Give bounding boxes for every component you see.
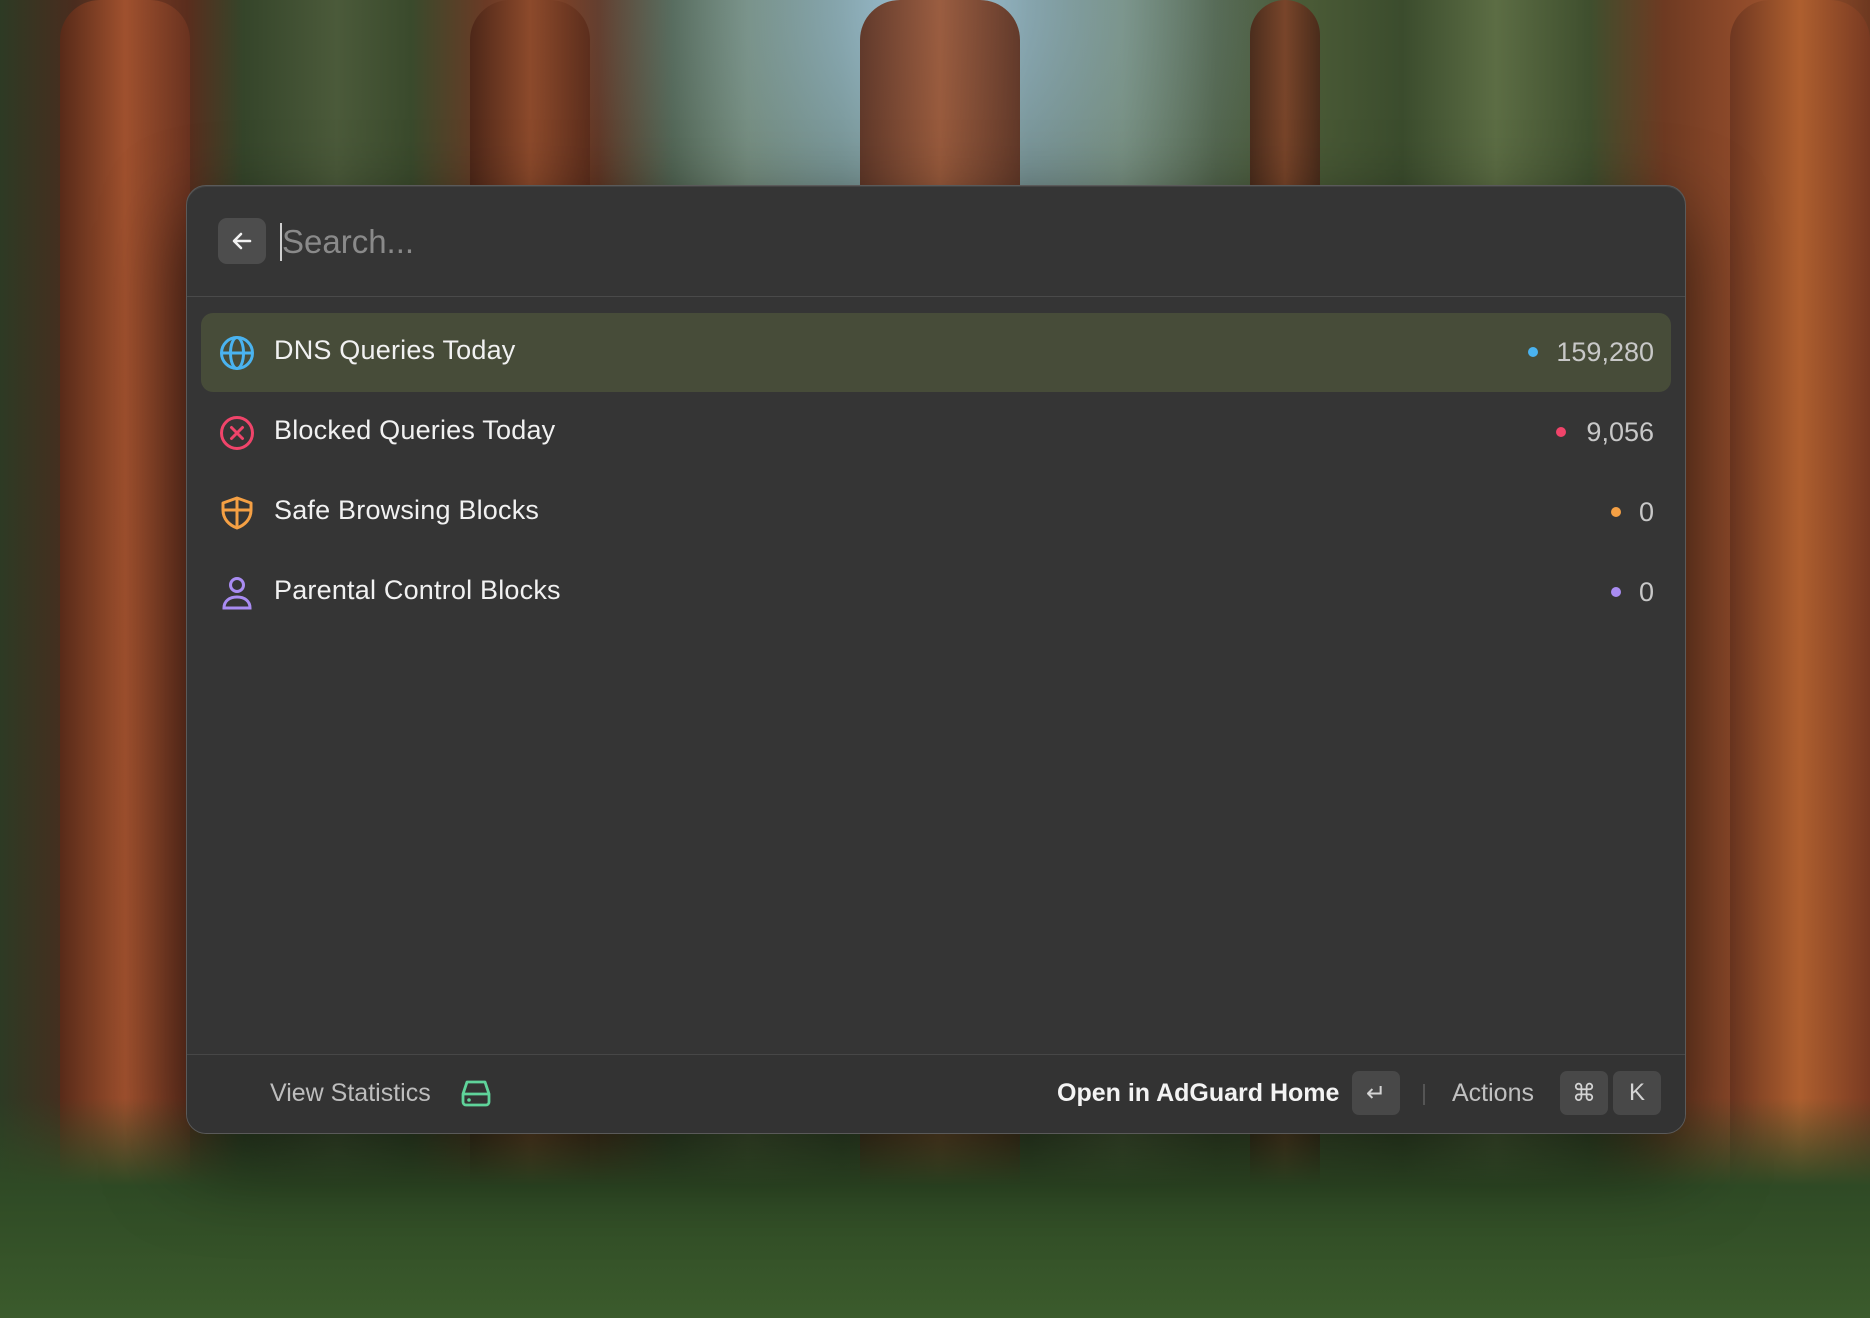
status-dot [1611, 507, 1621, 517]
person-icon [222, 577, 252, 610]
shield-icon [221, 496, 253, 530]
view-statistics-label: View Statistics [270, 1079, 431, 1107]
row-label: Safe Browsing Blocks [274, 495, 540, 525]
row-label: Blocked Queries Today [274, 415, 556, 445]
action-bar: View Statistics Open in AdGuard Home ↵ A… [187, 1054, 1685, 1133]
list-item-parental-control[interactable]: Parental Control Blocks 0 [201, 553, 1671, 632]
list-item-dns-queries[interactable]: DNS Queries Today 159,280 [201, 313, 1671, 392]
status-dot [1556, 427, 1566, 437]
status-dot [1528, 347, 1538, 357]
k-key-badge: K [1613, 1071, 1661, 1115]
results-list: DNS Queries Today 159,280 Blocked Querie… [201, 313, 1671, 633]
enter-key-badge: ↵ [1352, 1071, 1400, 1115]
row-value: 9,056 [1586, 417, 1654, 447]
status-dot [1611, 587, 1621, 597]
actions-button[interactable]: Actions [1452, 1079, 1534, 1108]
list-item-blocked-queries[interactable]: Blocked Queries Today 9,056 [201, 393, 1671, 472]
row-value: 0 [1638, 577, 1654, 607]
list-item-safe-browsing[interactable]: Safe Browsing Blocks 0 [201, 473, 1671, 552]
open-in-adguard-button[interactable]: Open in AdGuard Home [1057, 1079, 1339, 1108]
divider [1423, 1084, 1425, 1105]
row-value: 159,280 [1556, 337, 1654, 367]
hard-drive-icon [461, 1080, 491, 1107]
row-value: 0 [1638, 497, 1654, 527]
search-input[interactable] [280, 214, 1182, 270]
arrow-left-icon [232, 232, 252, 250]
row-label: Parental Control Blocks [274, 575, 561, 605]
row-label: DNS Queries Today [274, 335, 516, 365]
cmd-key-badge: ⌘ [1560, 1071, 1608, 1115]
globe-icon [220, 336, 254, 370]
x-circle-icon [220, 416, 254, 450]
command-palette-window: DNS Queries Today 159,280 Blocked Querie… [186, 185, 1686, 1134]
text-caret [280, 223, 282, 261]
search-bar [187, 186, 1685, 297]
back-button[interactable] [218, 218, 266, 264]
